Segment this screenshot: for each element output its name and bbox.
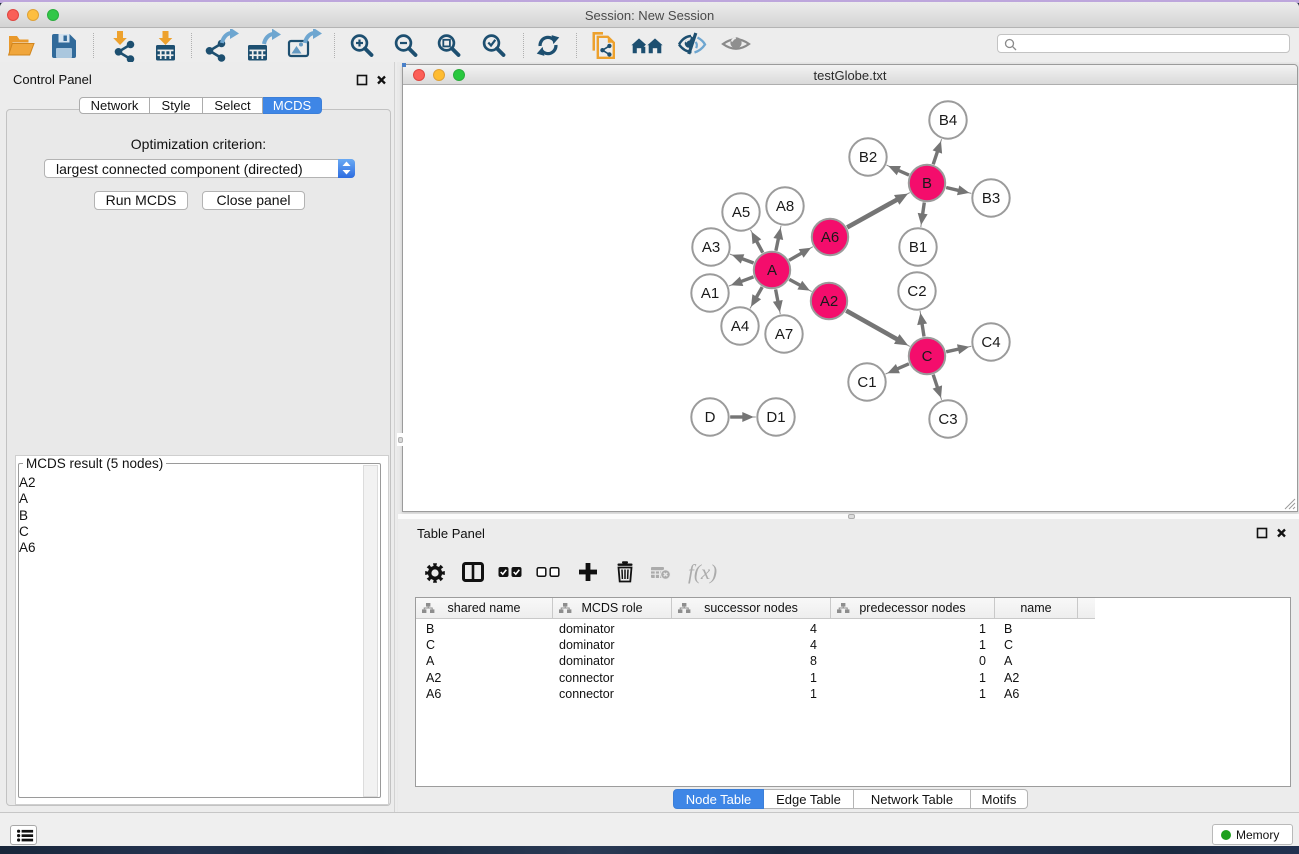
svg-text:C3: C3	[938, 411, 957, 428]
svg-text:B: B	[922, 175, 932, 192]
svg-text:A7: A7	[775, 326, 793, 343]
svg-text:f(x): f(x)	[688, 560, 717, 584]
svg-text:C4: C4	[981, 334, 1000, 351]
svg-text:A: A	[767, 262, 777, 279]
svg-text:B4: B4	[939, 112, 957, 129]
svg-text:A3: A3	[702, 239, 720, 256]
svg-text:B2: B2	[859, 149, 877, 166]
svg-text:C: C	[922, 348, 933, 365]
svg-text:A2: A2	[820, 293, 838, 310]
svg-text:A1: A1	[701, 285, 719, 302]
svg-text:A8: A8	[776, 198, 794, 215]
svg-text:D: D	[705, 409, 716, 426]
svg-text:D1: D1	[766, 409, 785, 426]
svg-text:A4: A4	[731, 318, 749, 335]
svg-text:B1: B1	[909, 239, 927, 256]
svg-text:A6: A6	[821, 229, 839, 246]
svg-text:C1: C1	[857, 374, 876, 391]
svg-text:B3: B3	[982, 190, 1000, 207]
svg-text:C2: C2	[907, 283, 926, 300]
svg-text:A5: A5	[732, 204, 750, 221]
